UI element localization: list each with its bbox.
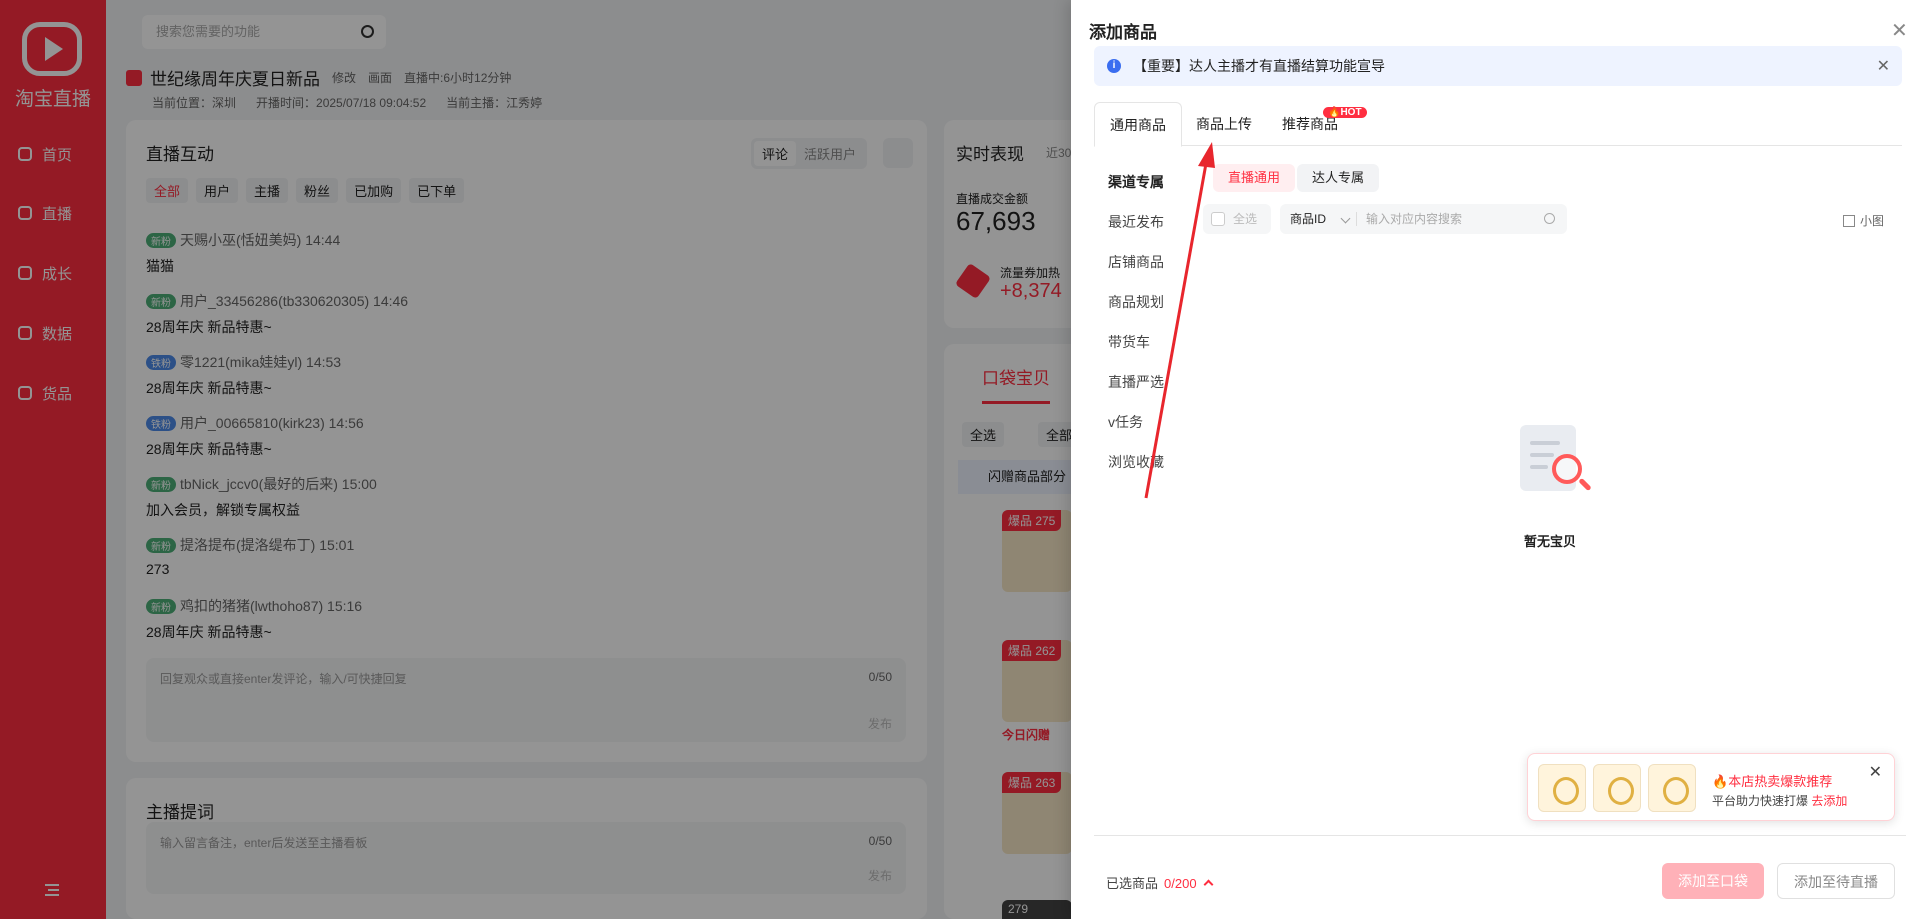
empty-text: 暂无宝贝 [1524, 534, 1577, 549]
checkbox-icon [1211, 212, 1225, 226]
category-recent[interactable]: 最近发布 [1108, 212, 1164, 252]
grid-icon [1843, 214, 1855, 227]
category-channel[interactable]: 渠道专属 [1108, 172, 1164, 212]
product-thumb[interactable] [1648, 764, 1696, 812]
chevron-up-icon [1203, 879, 1214, 890]
search-field-select[interactable]: 商品ID [1290, 204, 1326, 234]
promo-add-link[interactable]: 去添加 [1811, 794, 1847, 808]
chevron-down-icon [1340, 213, 1351, 224]
product-search-input[interactable]: 输入对应内容搜索 [1366, 204, 1462, 234]
product-tabs: 通用商品 商品上传 推荐商品 [1094, 102, 1902, 147]
category-selected[interactable]: 直播严选 [1108, 372, 1164, 412]
panel-title: 添加商品 [1089, 23, 1157, 42]
modal-overlay[interactable] [0, 0, 1071, 919]
product-thumb[interactable] [1538, 764, 1586, 812]
category-shop[interactable]: 店铺商品 [1108, 252, 1164, 292]
search-icon[interactable] [1544, 213, 1555, 224]
category-list: 渠道专属 最近发布 店铺商品 商品规划 带货车 直播严选 v任务 浏览收藏 [1108, 172, 1164, 492]
subtab-influencer[interactable]: 达人专属 [1297, 164, 1380, 192]
notice-banner: i 【重要】达人主播才有直播结算功能宣导 ✕ [1094, 46, 1902, 86]
tab-upload[interactable]: 商品上传 [1181, 102, 1267, 146]
selected-summary[interactable]: 已选商品 0/200 [1106, 873, 1214, 892]
hot-recommend-popup: 🔥本店热卖爆款推荐 平台助力快速打爆 去添加 ✕ [1527, 753, 1895, 821]
add-to-pocket-button[interactable]: 添加至口袋 [1662, 863, 1764, 899]
product-thumb[interactable] [1593, 764, 1641, 812]
empty-state-illustration [1500, 410, 1600, 500]
category-favorites[interactable]: 浏览收藏 [1108, 452, 1164, 492]
category-cart[interactable]: 带货车 [1108, 332, 1164, 372]
tab-general[interactable]: 通用商品 [1094, 102, 1182, 147]
promo-title: 🔥本店热卖爆款推荐 [1712, 774, 1833, 789]
info-icon: i [1107, 59, 1121, 73]
add-to-pending-button[interactable]: 添加至待直播 [1777, 863, 1895, 899]
select-all-checkbox[interactable]: 全选 [1203, 204, 1271, 234]
category-vtask[interactable]: v任务 [1108, 412, 1164, 452]
product-search: 商品ID 输入对应内容搜索 [1280, 204, 1567, 234]
notice-close-icon[interactable]: ✕ [1877, 56, 1890, 76]
close-icon[interactable]: ✕ [1891, 18, 1908, 43]
close-icon[interactable]: ✕ [1869, 762, 1882, 782]
category-planning[interactable]: 商品规划 [1108, 292, 1164, 332]
hot-badge: 🔥HOT [1323, 107, 1367, 118]
subtab-live-general[interactable]: 直播通用 [1213, 164, 1296, 192]
view-toggle[interactable]: 小图 [1843, 212, 1884, 229]
